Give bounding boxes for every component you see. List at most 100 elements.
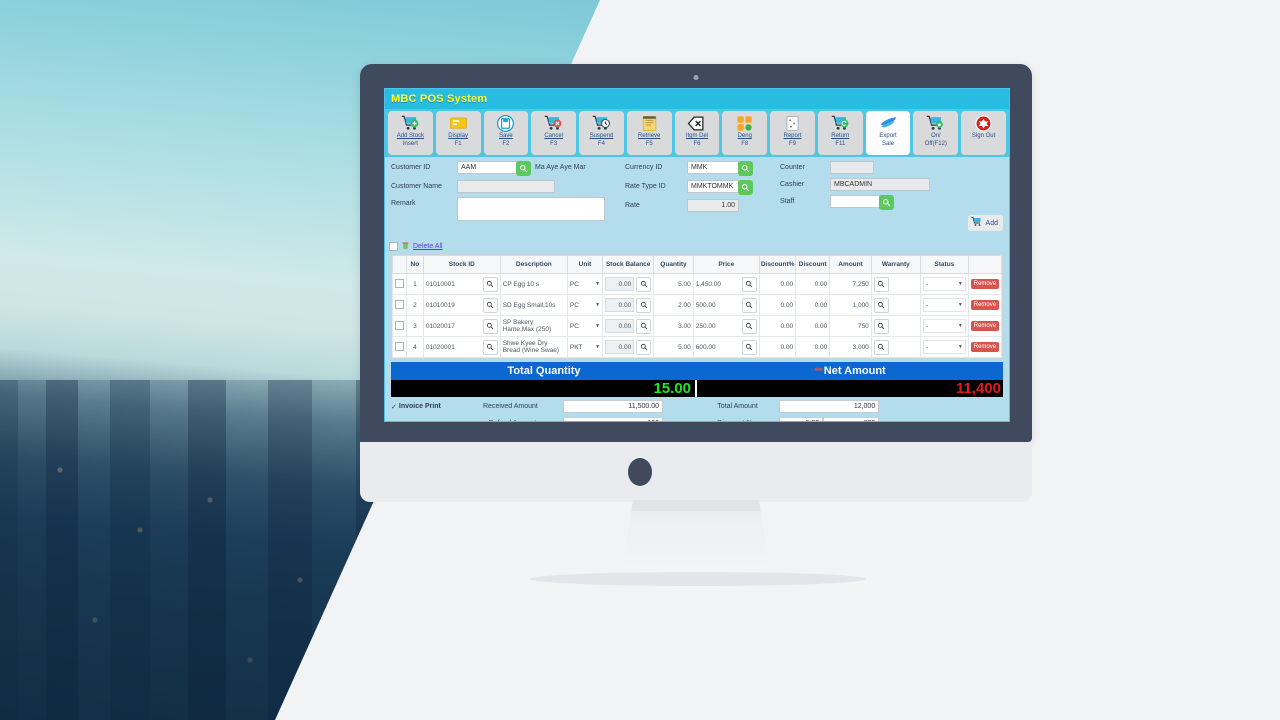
toolbar-return-button[interactable]: Return F11 — [817, 111, 863, 155]
row-select-cell[interactable] — [392, 336, 407, 358]
row-warranty-cell[interactable] — [870, 315, 921, 337]
customer-id-input[interactable]: AAM — [457, 161, 517, 174]
row-discount-pct[interactable]: 0.00 — [758, 336, 797, 358]
staff-input[interactable] — [830, 195, 880, 208]
row-action-cell[interactable]: Remove — [967, 294, 1003, 316]
row-action-cell[interactable]: Remove — [967, 336, 1003, 358]
row-search-icon[interactable] — [873, 276, 889, 292]
delete-all-checkbox[interactable] — [389, 242, 398, 251]
toolbar-export-sale-button[interactable]: Export Sale — [865, 111, 911, 155]
refund-amount-input[interactable]: 100 — [563, 417, 663, 421]
row-search-icon[interactable] — [636, 339, 652, 355]
row-unit-cell[interactable]: PC ▼ — [566, 294, 604, 316]
row-search-icon[interactable] — [873, 297, 889, 313]
row-search-icon[interactable] — [482, 339, 498, 355]
row-unit-cell[interactable]: PC ▼ — [566, 273, 604, 295]
row-discount[interactable]: 0.00 — [795, 273, 831, 295]
discount-pct-input[interactable]: 5.00 — [779, 417, 824, 421]
customer-name-input[interactable] — [457, 180, 555, 193]
row-select-cell[interactable] — [392, 273, 407, 295]
row-action-cell[interactable]: Remove — [967, 273, 1003, 295]
invoice-print-checkbox-icon[interactable]: ✓ — [391, 403, 397, 411]
row-search-icon[interactable] — [482, 297, 498, 313]
invoice-print-control[interactable]: ✓ Invoice Print — [391, 403, 483, 411]
toolbar-add-stock-button[interactable]: Add Stock Insert — [388, 111, 433, 155]
row-search-icon[interactable] — [873, 339, 889, 355]
toolbar-suspend-button[interactable]: Suspend F4 — [579, 111, 624, 155]
row-warranty-cell[interactable] — [870, 273, 921, 295]
row-price[interactable]: 250.00 — [696, 323, 740, 330]
counter-input[interactable] — [830, 161, 874, 174]
row-unit-cell[interactable]: PC ▼ — [566, 315, 604, 337]
row-checkbox[interactable] — [395, 341, 404, 351]
row-search-icon[interactable] — [741, 276, 757, 292]
row-discount[interactable]: 0.00 — [795, 315, 831, 337]
toolbar-item-delete-button[interactable]: Itgm Del F6 — [674, 111, 720, 155]
row-search-icon[interactable] — [482, 318, 498, 334]
row-warranty-cell[interactable] — [870, 294, 921, 316]
row-search-icon[interactable] — [636, 297, 652, 313]
row-status-cell[interactable]: - ▼ — [919, 273, 969, 295]
total-amount-input[interactable]: 12,000 — [779, 400, 880, 413]
row-quantity[interactable]: 5.00 — [653, 273, 694, 295]
row-quantity[interactable]: 2.00 — [653, 294, 694, 316]
toolbar-display-button[interactable]: Display F1 — [435, 111, 481, 155]
table-row[interactable]: 4 01020001 Shwe Kyee Dry Bread (Wine Swae)… — [392, 336, 1003, 358]
toolbar-report-button[interactable]: Report F9 — [770, 111, 815, 155]
row-search-icon[interactable] — [636, 318, 652, 334]
row-stock-balance[interactable]: 0.00 — [605, 277, 635, 291]
rate-type-id-search-icon[interactable] — [738, 180, 753, 195]
staff-search-icon[interactable] — [879, 195, 894, 210]
cashier-input[interactable]: MBCADMIN — [830, 178, 930, 191]
remove-row-button[interactable]: Remove — [970, 300, 999, 310]
row-status-cell[interactable]: - ▼ — [919, 315, 969, 337]
remove-row-button[interactable]: Remove — [970, 321, 999, 331]
toolbar-save-button[interactable]: Save F2 — [483, 111, 529, 155]
row-search-icon[interactable] — [482, 276, 498, 292]
table-row[interactable]: 1 01010001 CP Egg 10 s PC ▼ 0.00 5.00 1,450.00 0… — [392, 273, 1003, 295]
row-price[interactable]: 500.00 — [696, 302, 740, 309]
row-quantity[interactable]: 3.00 — [653, 315, 694, 337]
toolbar-retrieve-button[interactable]: Retrieve F5 — [626, 111, 672, 155]
chevron-down-icon[interactable]: ▼ — [958, 344, 963, 350]
row-select-cell[interactable] — [392, 315, 407, 337]
row-discount[interactable]: 0.00 — [795, 336, 831, 358]
table-row[interactable]: 2 01010019 SD Egg Small,10s PC ▼ 0.00 2.00 500.… — [392, 294, 1003, 316]
row-search-icon[interactable] — [741, 318, 757, 334]
row-stock-balance[interactable]: 0.00 — [605, 319, 635, 333]
row-price[interactable]: 1,450.00 — [696, 281, 740, 288]
delete-all-control[interactable]: Delete All — [385, 241, 1009, 254]
row-status-cell[interactable]: - ▼ — [919, 294, 969, 316]
chevron-down-icon[interactable]: ▼ — [595, 281, 600, 287]
row-discount-pct[interactable]: 0.00 — [758, 273, 797, 295]
chevron-down-icon[interactable]: ▼ — [595, 344, 600, 350]
add-item-button[interactable]: Add — [967, 215, 1003, 231]
row-checkbox[interactable] — [395, 278, 404, 288]
chevron-down-icon[interactable]: ▼ — [958, 323, 963, 329]
row-discount[interactable]: 0.00 — [795, 294, 831, 316]
row-search-icon[interactable] — [741, 339, 757, 355]
row-discount-pct[interactable]: 0.00 — [758, 294, 797, 316]
discount-amount-input[interactable]: 600 — [823, 417, 880, 421]
row-checkbox[interactable] — [395, 320, 404, 330]
row-status-cell[interactable]: - ▼ — [919, 336, 969, 358]
table-row[interactable]: 3 01020017 SP Bakery Hame,Max (250) PC ▼ 0.00… — [392, 315, 1003, 337]
customer-id-search-icon[interactable] — [516, 161, 531, 176]
chevron-down-icon[interactable]: ▼ — [958, 281, 963, 287]
row-price[interactable]: 600.00 — [696, 344, 740, 351]
rate-type-id-input[interactable]: MMKTOMMK — [687, 180, 739, 193]
row-stock-balance[interactable]: 0.00 — [605, 298, 635, 312]
row-quantity[interactable]: 5.00 — [653, 336, 694, 358]
remove-row-button[interactable]: Remove — [970, 279, 999, 289]
row-discount-pct[interactable]: 0.00 — [758, 315, 797, 337]
row-stock-balance[interactable]: 0.00 — [605, 340, 635, 354]
row-select-cell[interactable] — [392, 294, 407, 316]
chevron-down-icon[interactable]: ▼ — [958, 302, 963, 308]
toolbar-online-offline-button[interactable]: On/ Off(F12) — [913, 111, 959, 155]
currency-id-search-icon[interactable] — [738, 161, 753, 176]
row-search-icon[interactable] — [873, 318, 889, 334]
toolbar-deng-button[interactable]: Deng F8 — [722, 111, 768, 155]
rate-input[interactable]: 1.00 — [687, 199, 739, 212]
row-warranty-cell[interactable] — [870, 336, 921, 358]
toolbar-sign-out-button[interactable]: Sign Out — [961, 111, 1006, 155]
